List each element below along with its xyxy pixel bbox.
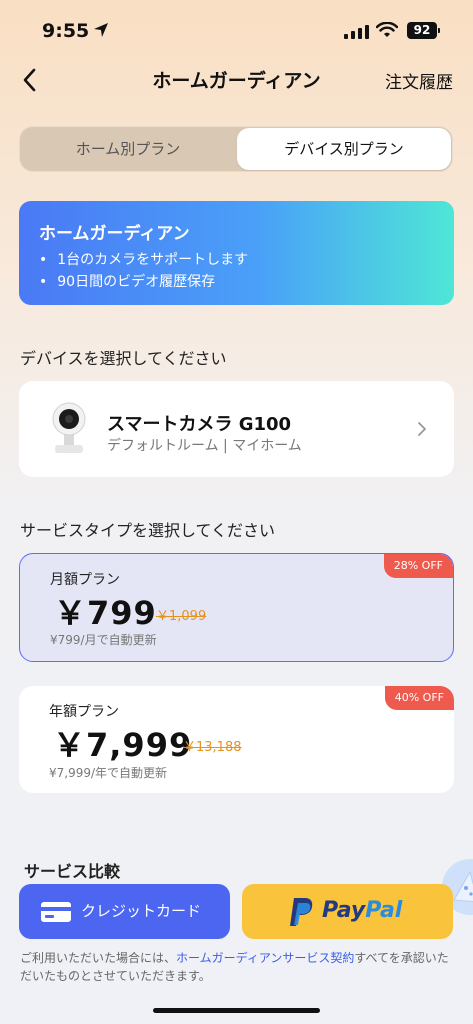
chevron-right-icon [418, 422, 426, 436]
service-agreement-link[interactable]: ホームガーディアンサービス契約 [176, 951, 354, 965]
tab-device-plan[interactable]: デバイス別プラン [237, 128, 451, 170]
plan-price: ￥7,999 [53, 726, 193, 764]
paypal-pay-button[interactable]: PayPal [242, 884, 453, 939]
location-arrow-icon [94, 23, 108, 37]
plan-original-price: ￥1,099 [156, 609, 207, 624]
plan-name: 年額プラン [49, 704, 119, 720]
device-name: スマートカメラ G100 [107, 414, 292, 435]
paypal-wordmark: PayPal [322, 898, 403, 923]
banner-feature-list: 1台のカメラをサポートします 90日間のビデオ履歴保存 [39, 249, 248, 293]
banner-feature-item: 1台のカメラをサポートします [39, 249, 248, 271]
cellular-signal-icon [344, 25, 369, 39]
yearly-plan-option[interactable]: 40% OFF 年額プラン ￥7,999 ￥13,188 ¥7,999/年で自動… [19, 686, 454, 793]
plan-info-banner: ホームガーディアン 1台のカメラをサポートします 90日間のビデオ履歴保存 [19, 201, 454, 305]
battery-indicator: 92 [407, 22, 440, 39]
home-indicator[interactable] [153, 1008, 320, 1013]
banner-title: ホームガーディアン [39, 224, 190, 244]
credit-card-pay-button[interactable]: クレジットカード [19, 884, 230, 939]
plan-price: ￥799 [54, 594, 157, 632]
paypal-logo-icon [290, 898, 313, 926]
device-section-title: デバイスを選択してください [20, 349, 227, 368]
wifi-icon [376, 22, 398, 37]
plan-original-price: ￥13,188 [183, 740, 242, 755]
discount-badge: 28% OFF [383, 554, 453, 578]
device-location: デフォルトルーム | マイホーム [107, 438, 302, 454]
plan-renewal-note: ¥7,999/年で自動更新 [49, 766, 168, 780]
plan-name: 月額プラン [50, 572, 120, 588]
tab-home-plan[interactable]: ホーム別プラン [19, 126, 237, 172]
order-history-link[interactable]: 注文履歴 [385, 68, 453, 93]
discount-badge: 40% OFF [384, 686, 454, 710]
monthly-plan-option[interactable]: 28% OFF 月額プラン ￥799 ￥1,099 ¥799/月で自動更新 [19, 553, 454, 662]
credit-card-icon [41, 902, 71, 922]
service-section-title: サービスタイプを選択してください [20, 521, 276, 540]
service-compare-title: サービス比較 [24, 862, 121, 881]
banner-feature-item: 90日間のビデオ履歴保存 [39, 271, 248, 293]
device-selector-card[interactable]: スマートカメラ G100 デフォルトルーム | マイホーム [19, 381, 454, 477]
camera-device-icon [52, 402, 86, 453]
status-time: 9:55 [42, 20, 90, 42]
credit-card-label: クレジットカード [81, 902, 202, 920]
terms-notice: ご利用いただいた場合には、ホームガーディアンサービス契約すべてを承認いただいたも… [20, 951, 449, 983]
plan-renewal-note: ¥799/月で自動更新 [50, 633, 157, 647]
